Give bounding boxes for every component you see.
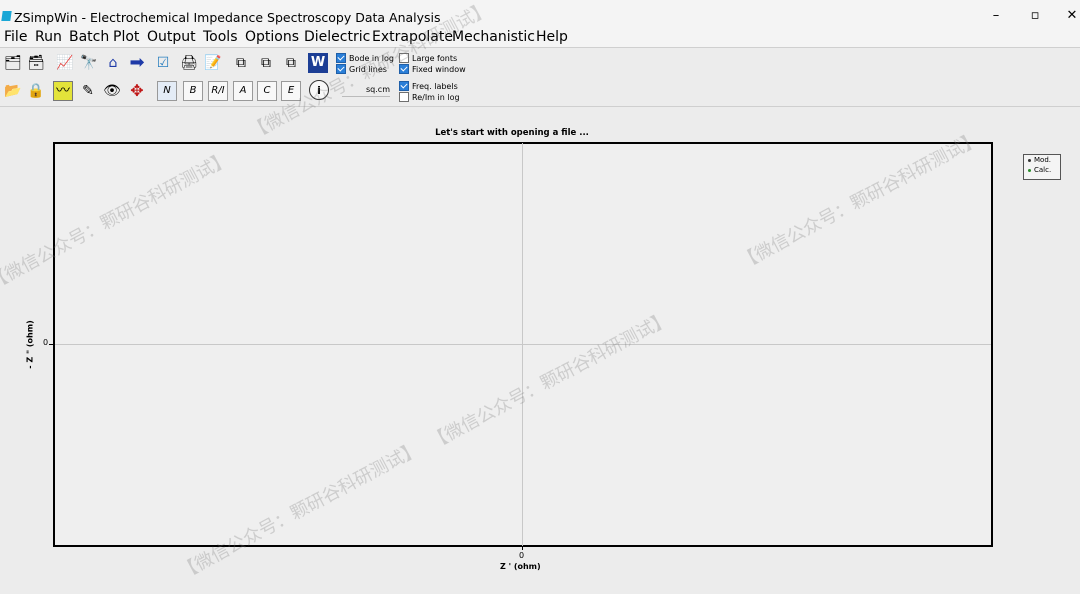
move-arrows-icon[interactable]: ✥ <box>127 81 147 101</box>
checkbox-box <box>399 92 409 102</box>
plot-title: Let's start with opening a file ... <box>435 128 589 138</box>
checkbox-label: Bode in log <box>349 53 394 63</box>
legend-label: Calc. <box>1034 166 1052 174</box>
legend: Mod. Calc. <box>1023 154 1061 180</box>
legend-marker <box>1028 168 1031 172</box>
legend-label: Mod. <box>1034 156 1051 164</box>
open-folder-icon[interactable]: 📂 <box>3 81 23 101</box>
toolbar: 🗂 🗃 📈 🔭 ⌂ ➡ ☑ 🖨 📝 ⧉ ⧉ ⧉ W Bode in log Gr… <box>0 48 1080 106</box>
large-fonts-checkbox[interactable]: Large fonts <box>399 53 457 63</box>
capacitance-plot-button[interactable]: C <box>257 81 277 101</box>
fit-curve-icon[interactable]: 📈 <box>55 53 75 73</box>
eye-icon[interactable]: 👁 <box>102 81 122 101</box>
nyquist-plot-button[interactable]: N <box>157 81 177 101</box>
real-imag-plot-button[interactable]: R/I <box>208 81 228 101</box>
menu-mechanistic[interactable]: Mechanistic <box>452 29 535 45</box>
word-export-button[interactable]: W <box>308 53 328 73</box>
y-axis-label: - Z " (ohm) <box>25 320 35 369</box>
legend-marker <box>1028 158 1031 162</box>
admittance-plot-button[interactable]: A <box>233 81 253 101</box>
open-files-icon[interactable]: 🗂 <box>3 53 23 73</box>
binoculars-icon[interactable]: 🔭 <box>79 53 99 73</box>
check-chart-icon[interactable]: ☑ <box>153 53 173 73</box>
menu-tools[interactable]: Tools <box>203 29 238 45</box>
checkbox-label: Re/Im in log <box>412 92 460 102</box>
maximize-button[interactable]: ▫ <box>1025 8 1045 23</box>
chart-yellow-icon[interactable]: 〰 <box>53 81 73 101</box>
menu-options[interactable]: Options <box>245 29 299 45</box>
x-tick-mark <box>522 546 523 550</box>
minimize-button[interactable]: – <box>986 8 1006 23</box>
print-icon[interactable]: 🖨 <box>179 53 199 73</box>
copy-plot-icon[interactable]: ⧉ <box>256 53 276 73</box>
title-bar: ZSimpWin - Electrochemical Impedance Spe… <box>0 0 1080 30</box>
window-title: ZSimpWin - Electrochemical Impedance Spe… <box>14 10 441 25</box>
checkbox-label: Fixed window <box>412 64 466 74</box>
menu-dielectric[interactable]: Dielectric <box>304 29 370 45</box>
menu-output[interactable]: Output <box>147 29 196 45</box>
info-icon[interactable]: i <box>309 80 329 100</box>
toolbar-separator <box>0 106 1080 107</box>
menu-bar: File Run Batch Plot Output Tools Options… <box>0 29 1080 47</box>
menu-help[interactable]: Help <box>536 29 568 45</box>
menu-batch[interactable]: Batch <box>69 29 109 45</box>
pencil-chart-icon[interactable]: ✎ <box>78 81 98 101</box>
menu-plot[interactable]: Plot <box>113 29 139 45</box>
x-zero-gridline <box>55 344 991 345</box>
checkbox-label: Large fonts <box>412 53 458 63</box>
checkbox-box <box>336 64 346 74</box>
menu-file[interactable]: File <box>4 29 27 45</box>
checkbox-box <box>399 53 409 63</box>
x-tick-label: 0 <box>519 551 525 560</box>
arrow-right-icon[interactable]: ➡ <box>127 53 147 73</box>
checkbox-box <box>399 81 409 91</box>
y-tick-mark <box>49 344 54 345</box>
notes-icon[interactable]: 📝 <box>203 53 223 73</box>
menu-extrapolate[interactable]: Extrapolate <box>372 29 453 45</box>
grid-lines-checkbox[interactable]: Grid lines <box>336 64 387 74</box>
bode-plot-button[interactable]: B <box>183 81 203 101</box>
y-tick-label: 0 <box>43 338 49 347</box>
checkbox-box <box>399 64 409 74</box>
legend-item-calc: Calc. <box>1024 165 1060 175</box>
checkbox-label: Freq. labels <box>412 81 458 91</box>
area-unit-field[interactable]: sq.cm <box>342 85 390 97</box>
bode-in-log-checkbox[interactable]: Bode in log <box>336 53 394 63</box>
freq-labels-checkbox[interactable]: Freq. labels <box>399 81 458 91</box>
fixed-window-checkbox[interactable]: Fixed window <box>399 64 466 74</box>
menu-run[interactable]: Run <box>35 29 62 45</box>
checkbox-label: Grid lines <box>349 64 387 74</box>
app-icon <box>1 11 12 21</box>
lock-icon[interactable]: 🔒 <box>26 81 46 101</box>
re-im-log-checkbox[interactable]: Re/Im in log <box>399 92 460 102</box>
copy-data-icon[interactable]: ⧉ <box>281 53 301 73</box>
checkbox-box <box>336 53 346 63</box>
x-axis-label: Z ' (ohm) <box>500 562 541 571</box>
legend-item-mod: Mod. <box>1024 155 1060 165</box>
save-files-icon[interactable]: 🗃 <box>26 53 46 73</box>
copy-icon[interactable]: ⧉ <box>231 53 251 73</box>
permittivity-plot-button[interactable]: E <box>281 81 301 101</box>
close-button[interactable]: ✕ <box>1062 8 1080 23</box>
home-icon[interactable]: ⌂ <box>103 53 123 73</box>
